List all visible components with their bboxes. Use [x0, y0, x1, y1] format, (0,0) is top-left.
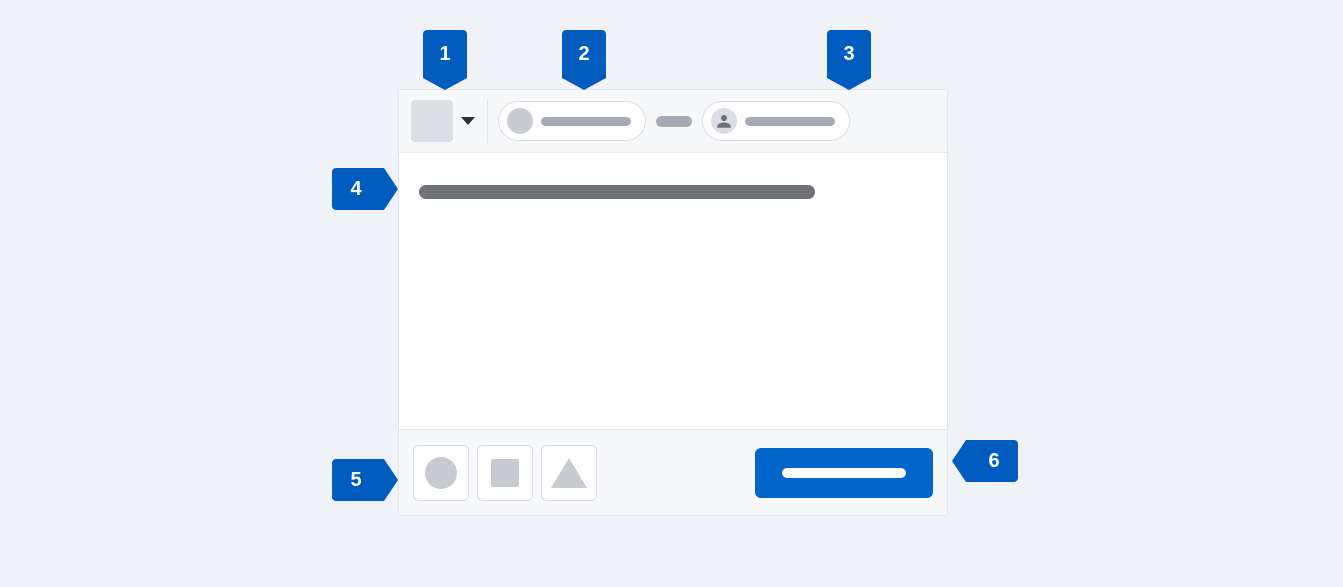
- callout-6: 6: [966, 440, 1018, 482]
- chip-label-placeholder: [745, 117, 835, 126]
- separator-pill: [656, 116, 692, 127]
- chip-label-placeholder: [541, 117, 631, 126]
- avatar-person-icon: [711, 108, 737, 134]
- circle-icon: [425, 457, 457, 489]
- callout-label: 5: [350, 469, 361, 492]
- dialog-toolbar: [399, 90, 947, 152]
- dialog-footer: [399, 430, 947, 515]
- chevron-down-icon: [461, 117, 475, 125]
- callout-label: 1: [439, 43, 450, 66]
- action-button-square[interactable]: [477, 445, 533, 501]
- project-swatch-icon: [411, 100, 453, 142]
- callout-label: 4: [350, 178, 361, 201]
- callout-5: 5: [332, 459, 384, 501]
- callout-label: 6: [988, 450, 999, 473]
- action-button-circle[interactable]: [413, 445, 469, 501]
- issue-type-picker[interactable]: [411, 99, 488, 143]
- action-button-triangle[interactable]: [541, 445, 597, 501]
- epic-chip[interactable]: [498, 101, 646, 141]
- callout-4: 4: [332, 168, 384, 210]
- create-button[interactable]: [755, 448, 933, 498]
- dialog-body: [399, 152, 947, 430]
- callout-3: 3: [827, 30, 871, 78]
- avatar-icon: [507, 108, 533, 134]
- secondary-actions: [413, 445, 597, 501]
- callout-label: 2: [578, 43, 589, 66]
- button-label-placeholder: [782, 468, 906, 478]
- issue-create-dialog: [398, 89, 948, 516]
- summary-input[interactable]: [419, 185, 815, 199]
- square-icon: [491, 459, 519, 487]
- assignee-chip[interactable]: [702, 101, 850, 141]
- callout-2: 2: [562, 30, 606, 78]
- callout-1: 1: [423, 30, 467, 78]
- triangle-icon: [551, 458, 587, 488]
- callout-label: 3: [843, 43, 854, 66]
